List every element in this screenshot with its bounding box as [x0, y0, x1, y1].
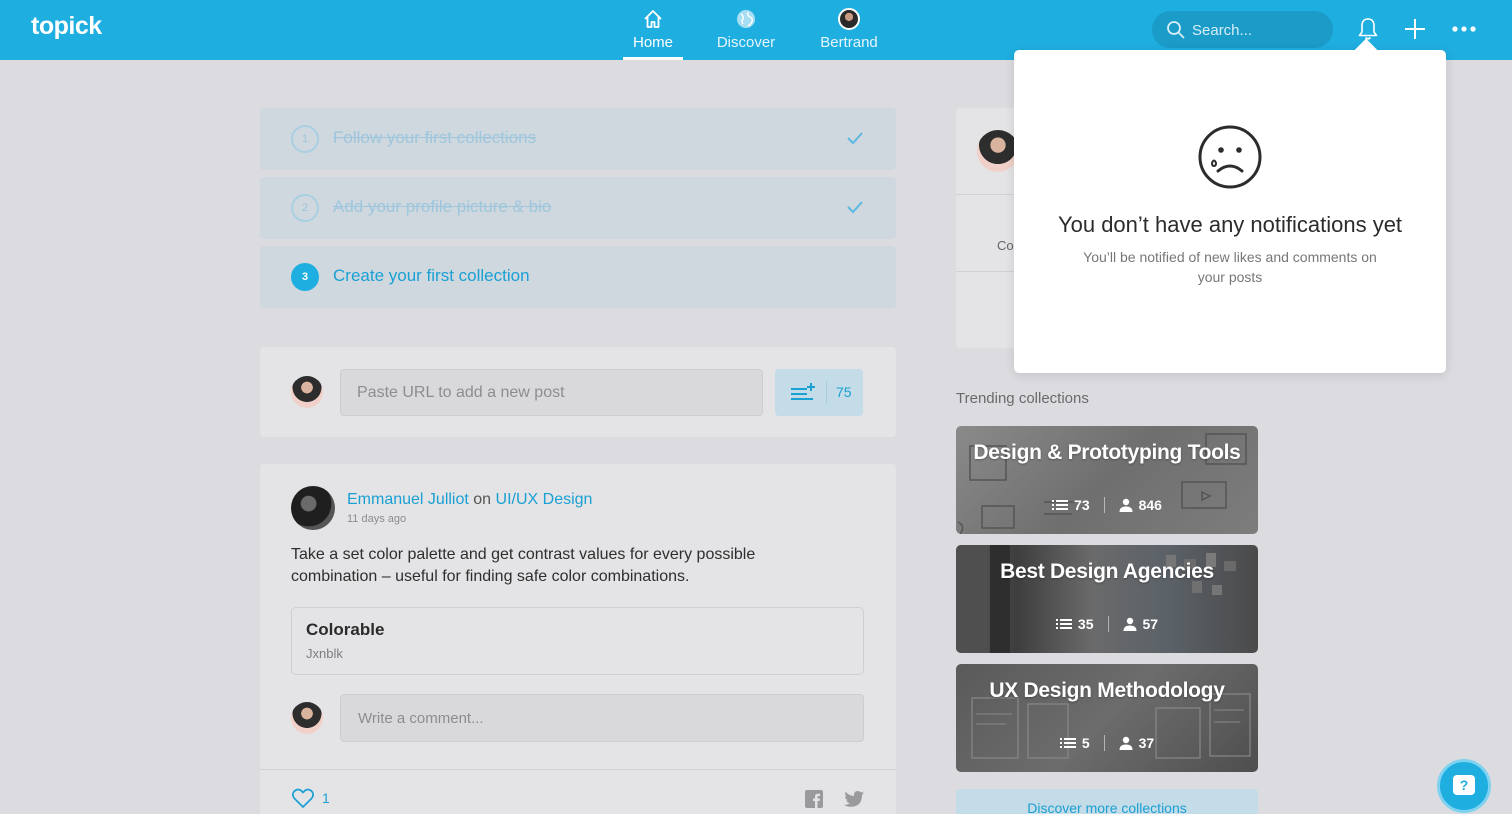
collection-link[interactable]: UI/UX Design — [496, 491, 593, 508]
collection-card[interactable]: UX Design Methodology 5 37 — [956, 664, 1258, 772]
notifications-empty-title: You don’t have any notifications yet — [1057, 212, 1403, 237]
facebook-icon[interactable] — [805, 790, 823, 808]
collection-stats: 35 57 — [956, 615, 1258, 633]
profile-stat-label: Co — [997, 238, 1014, 253]
checkmark-icon — [847, 132, 863, 145]
post-on-text: on — [473, 491, 492, 508]
playlist-add-icon — [791, 383, 815, 400]
post-count: 73 — [1074, 497, 1090, 514]
author-link[interactable]: Emmanuel Julliot — [347, 491, 469, 508]
avatar — [291, 702, 323, 734]
onboarding-step-3[interactable]: 3 Create your first collection — [260, 246, 896, 308]
list-icon — [1052, 500, 1069, 511]
step-label: Add your profile picture & bio — [333, 197, 552, 216]
list-icon — [1059, 738, 1076, 749]
onboarding-step-1[interactable]: 1 Follow your first collections — [260, 108, 896, 170]
comment-input[interactable] — [340, 694, 864, 742]
nav-discover-label: Discover — [716, 34, 776, 51]
link-title: Colorable — [306, 620, 385, 639]
avatar — [838, 8, 860, 30]
trending-title: Trending collections — [956, 390, 1089, 407]
help-icon: ? — [1453, 775, 1475, 795]
post-count: 35 — [1077, 616, 1094, 633]
home-icon — [644, 10, 662, 28]
nav-profile-label: Bertrand — [820, 34, 878, 51]
follower-count: 57 — [1142, 616, 1159, 633]
step-number: 1 — [291, 125, 319, 153]
divider — [826, 381, 827, 404]
step-number: 2 — [291, 194, 319, 222]
step-label: Follow your first collections — [333, 128, 537, 147]
onboarding-step-2[interactable]: 2 Add your profile picture & bio — [260, 177, 896, 239]
post-header: Emmanuel Julliot on UI/UX Design — [347, 491, 592, 509]
nav-discover[interactable]: Discover — [701, 8, 791, 51]
nav-home-label: Home — [632, 34, 673, 51]
collection-name: Best Design Agencies — [1000, 560, 1214, 583]
globe-icon — [737, 10, 755, 28]
help-chat-button[interactable]: ? — [1437, 759, 1491, 813]
notifications-popover: You don’t have any notifications yet You… — [1014, 50, 1446, 373]
more-icon[interactable] — [1451, 16, 1477, 42]
app-logo[interactable]: topick — [31, 12, 102, 41]
step-label: Create your first collection — [333, 266, 530, 285]
post-composer: 75 — [260, 347, 896, 437]
link-source: Jxnblk — [306, 646, 343, 661]
follower-count: 37 — [1138, 735, 1155, 752]
heart-icon[interactable] — [291, 787, 315, 809]
link-preview[interactable]: Colorable Jxnblk — [291, 607, 864, 675]
nav-home[interactable]: Home — [608, 8, 698, 60]
collection-name: Design & Prototyping Tools — [973, 441, 1241, 464]
list-icon — [1055, 619, 1072, 630]
search-icon — [1167, 21, 1185, 39]
post-card: Emmanuel Julliot on UI/UX Design 11 days… — [260, 464, 896, 814]
twitter-icon[interactable] — [844, 791, 864, 807]
plus-icon[interactable] — [1402, 16, 1428, 42]
post-count: 5 — [1081, 735, 1090, 752]
notifications-empty-subtitle: You’ll be notified of new likes and comm… — [1083, 249, 1377, 285]
bell-icon[interactable] — [1355, 16, 1381, 42]
url-input[interactable] — [340, 369, 763, 416]
post-timestamp: 11 days ago — [347, 513, 407, 525]
sad-face-icon — [1198, 125, 1262, 189]
checkmark-icon — [847, 201, 863, 214]
author-avatar[interactable] — [291, 486, 335, 530]
like-count: 1 — [322, 790, 330, 806]
divider — [260, 769, 896, 770]
collection-stats: 73 846 — [956, 496, 1258, 514]
user-icon — [1119, 499, 1133, 513]
follower-count: 846 — [1138, 497, 1162, 514]
collection-count: 75 — [836, 384, 852, 400]
discover-more-button[interactable]: Discover more collections — [956, 789, 1258, 814]
search-input[interactable] — [1192, 19, 1322, 41]
step-number: 3 — [291, 263, 319, 291]
user-icon — [1119, 737, 1133, 751]
collection-stats: 5 37 — [956, 734, 1258, 752]
nav-profile[interactable]: Bertrand — [804, 8, 894, 51]
add-to-collection-button[interactable]: 75 — [775, 369, 863, 416]
collection-card[interactable]: Design & Prototyping Tools 73 846 — [956, 426, 1258, 534]
post-body: Take a set color palette and get contras… — [291, 546, 756, 585]
avatar[interactable] — [977, 130, 1019, 172]
search-bar[interactable] — [1152, 11, 1333, 48]
user-icon — [1123, 618, 1136, 632]
avatar — [291, 376, 323, 408]
collection-card[interactable]: Best Design Agencies 35 57 — [956, 545, 1258, 653]
collection-name: UX Design Methodology — [989, 679, 1225, 702]
